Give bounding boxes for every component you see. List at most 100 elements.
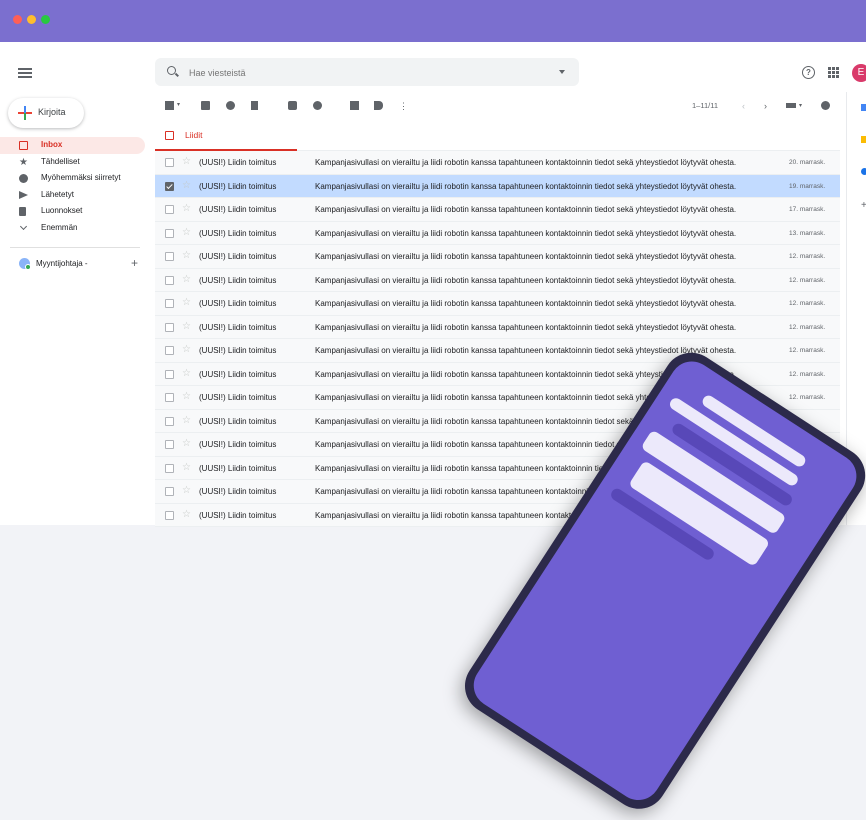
calendar-icon[interactable] — [861, 104, 866, 111]
row-checkbox[interactable] — [165, 275, 174, 285]
email-row[interactable]: ☆ (UUSI!) Liidin toimitus Kampanjasivullas… — [155, 245, 840, 269]
email-row[interactable]: ☆ (UUSI!) Liidin toimitus Kampanjasivullas… — [155, 198, 840, 222]
row-checkbox[interactable] — [165, 463, 174, 473]
search-input[interactable] — [187, 63, 531, 83]
select-options-icon[interactable]: ▾ — [177, 101, 180, 109]
snooze-icon[interactable] — [313, 101, 322, 110]
draft-icon — [19, 207, 26, 216]
add-addon-icon[interactable]: + — [861, 201, 866, 211]
density-options-icon[interactable]: ▾ — [799, 102, 802, 110]
sidebar-item-inbox[interactable]: Inbox — [0, 137, 145, 154]
star-icon[interactable]: ☆ — [182, 485, 191, 497]
help-icon[interactable]: ? — [802, 66, 815, 79]
compose-button[interactable]: Kirjoita — [8, 98, 84, 128]
star-icon[interactable]: ☆ — [182, 227, 191, 239]
label-icon[interactable] — [374, 101, 383, 110]
row-checkbox[interactable] — [165, 205, 174, 214]
row-checkbox[interactable] — [165, 510, 174, 520]
main-menu-icon[interactable] — [18, 68, 32, 78]
category-tabs: Liidit — [155, 122, 840, 151]
keep-icon[interactable] — [861, 136, 866, 143]
star-icon[interactable]: ☆ — [182, 250, 191, 262]
row-checkbox[interactable] — [165, 487, 174, 496]
star-icon[interactable]: ☆ — [182, 368, 191, 380]
email-subject: Kampanjasivullasi on vierailtu ja liidi … — [315, 181, 737, 191]
row-checkbox[interactable] — [165, 393, 174, 402]
star-icon[interactable]: ☆ — [182, 509, 191, 521]
row-checkbox[interactable] — [165, 181, 174, 191]
inbox-icon — [165, 131, 174, 140]
row-checkbox[interactable] — [165, 369, 174, 379]
email-sender: (UUSI!) Liidin toimitus — [199, 487, 277, 496]
email-sender: (UUSI!) Liidin toimitus — [199, 252, 277, 261]
email-date: 12. marrask. — [789, 370, 826, 378]
star-icon[interactable]: ☆ — [182, 156, 191, 168]
move-to-icon[interactable] — [350, 101, 359, 110]
email-row[interactable]: ☆ (UUSI!) Liidin toimitus Kampanjasivullas… — [155, 151, 840, 175]
sidebar-item-label: Enemmän — [41, 222, 78, 232]
add-contact-button[interactable]: + — [131, 256, 138, 270]
star-icon[interactable]: ☆ — [182, 203, 191, 215]
next-page-icon[interactable]: › — [764, 102, 767, 111]
email-row[interactable]: ☆ (UUSI!) Liidin toimitus Kampanjasivullas… — [155, 174, 840, 198]
apps-grid-icon[interactable] — [828, 67, 839, 78]
star-icon[interactable]: ☆ — [182, 462, 191, 474]
email-row[interactable]: ☆ (UUSI!) Liidin toimitus Kampanjasivullas… — [155, 221, 840, 245]
density-icon[interactable] — [786, 103, 796, 108]
email-subject: Kampanjasivullasi on vierailtu ja liidi … — [315, 275, 737, 285]
email-row[interactable]: ☆ (UUSI!) Liidin toimitus Kampanjasivullas… — [155, 339, 840, 363]
email-date: 19. marrask. — [789, 182, 826, 190]
star-icon[interactable]: ☆ — [182, 415, 191, 427]
row-checkbox[interactable] — [165, 416, 174, 426]
tab-liidit[interactable]: Liidit — [155, 122, 297, 151]
report-spam-icon[interactable] — [226, 101, 235, 110]
sidebar-item-drafts[interactable]: Luonnokset — [0, 203, 150, 220]
delete-icon[interactable] — [251, 101, 258, 110]
email-row[interactable]: ☆ (UUSI!) Liidin toimitus Kampanjasivullas… — [155, 292, 840, 316]
sidebar-item-sent[interactable]: Lähetetyt — [0, 187, 150, 204]
archive-icon[interactable] — [201, 101, 210, 110]
minimize-window-button[interactable] — [27, 15, 36, 24]
email-row[interactable]: ☆ (UUSI!) Liidin toimitus Kampanjasivullas… — [155, 315, 840, 339]
row-checkbox[interactable] — [165, 252, 174, 261]
star-icon[interactable]: ☆ — [182, 297, 191, 309]
star-icon[interactable]: ☆ — [182, 344, 191, 356]
email-subject: Kampanjasivullasi on vierailtu ja liidi … — [315, 299, 737, 308]
email-date: 12. marrask. — [789, 347, 826, 354]
list-toolbar: ▾ ⋮ 1–11/11 ‹ › ▾ — [155, 94, 840, 118]
maximize-window-button[interactable] — [41, 15, 50, 24]
sidebar-item-more[interactable]: Enemmän — [0, 220, 150, 237]
star-icon[interactable]: ☆ — [182, 321, 191, 333]
select-all-checkbox[interactable] — [165, 101, 174, 110]
sidebar-nav: Inbox ★ Tähdelliset Myöhemmäksi siirrety… — [0, 137, 150, 236]
tasks-icon[interactable] — [861, 168, 866, 175]
sidebar-item-snoozed[interactable]: Myöhemmäksi siirretyt — [0, 170, 150, 187]
previous-page-icon[interactable]: ‹ — [742, 102, 745, 111]
star-icon[interactable]: ☆ — [182, 391, 191, 403]
settings-gear-icon[interactable] — [821, 101, 830, 110]
search-bar[interactable] — [155, 58, 579, 86]
email-sender: (UUSI!) Liidin toimitus — [199, 228, 277, 238]
close-window-button[interactable] — [13, 15, 22, 24]
sidebar-user-row[interactable]: Myyntijohtaja - + — [0, 256, 150, 272]
email-date: 12. marrask. — [789, 276, 826, 284]
account-avatar[interactable]: E — [852, 64, 866, 82]
mark-unread-icon[interactable] — [288, 101, 297, 110]
email-row[interactable]: ☆ (UUSI!) Liidin toimitus Kampanjasivullas… — [155, 268, 840, 292]
star-icon[interactable]: ☆ — [182, 180, 191, 192]
row-checkbox[interactable] — [165, 299, 174, 308]
row-checkbox[interactable] — [165, 440, 174, 449]
search-options-icon[interactable] — [559, 70, 565, 74]
email-sender: (UUSI!) Liidin toimitus — [199, 205, 277, 214]
row-checkbox[interactable] — [165, 228, 174, 238]
star-icon[interactable]: ☆ — [182, 274, 191, 286]
sidebar-item-starred[interactable]: ★ Tähdelliset — [0, 154, 150, 171]
more-actions-icon[interactable]: ⋮ — [399, 102, 408, 111]
row-checkbox[interactable] — [165, 322, 174, 332]
star-icon[interactable]: ☆ — [182, 438, 191, 450]
row-checkbox[interactable] — [165, 158, 174, 167]
star-icon: ★ — [19, 156, 28, 168]
search-icon[interactable] — [167, 66, 176, 75]
row-checkbox[interactable] — [165, 346, 174, 355]
email-subject: Kampanjasivullasi on vierailtu ja liidi … — [315, 158, 737, 167]
